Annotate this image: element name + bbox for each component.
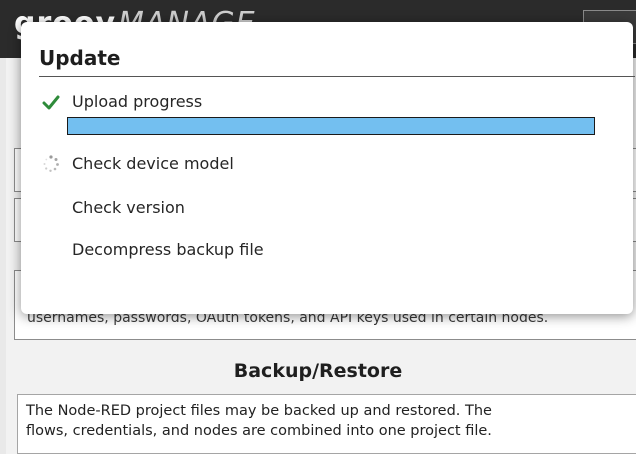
- dialog-title: Update: [39, 46, 121, 70]
- update-dialog: Update Upload progress Check device mode…: [21, 22, 635, 314]
- backup-restore-heading: Backup/Restore: [233, 360, 403, 382]
- checkmark-icon: [42, 91, 60, 113]
- title-divider: [39, 76, 635, 77]
- upload-progress-bar: [67, 117, 595, 135]
- backup-restore-description: The Node-RED project files may be backed…: [17, 394, 636, 454]
- step-label: Check device model: [72, 154, 234, 173]
- upload-progress-fill: [68, 118, 594, 134]
- description-line: The Node-RED project files may be backed…: [26, 403, 492, 419]
- description-line: flows, credentials, and nodes are combin…: [26, 423, 492, 439]
- spinner-icon: [42, 153, 60, 175]
- step-label: Check version: [72, 198, 185, 217]
- step-label: Upload progress: [72, 92, 203, 111]
- step-label: Decompress backup file: [72, 240, 264, 259]
